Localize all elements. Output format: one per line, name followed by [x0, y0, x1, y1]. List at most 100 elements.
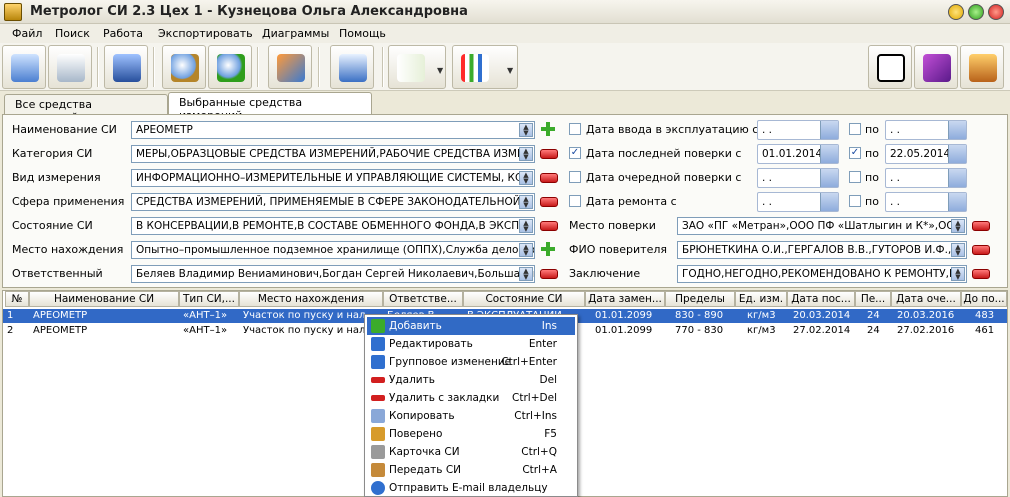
- help-button[interactable]: [914, 45, 958, 89]
- column-header-next-check[interactable]: Дата оче...: [891, 291, 961, 307]
- filter-state-combo[interactable]: В КОНСЕРВАЦИИ,В РЕМОНТЕ,В СОСТАВЕ ОБМЕНН…: [131, 217, 535, 235]
- context-menu-edit[interactable]: Редактировать Enter: [367, 335, 575, 353]
- repair-date-to[interactable]: . .: [885, 192, 967, 212]
- filter-scope-combo[interactable]: СРЕДСТВА ИЗМЕРЕНИЙ, ПРИМЕНЯЕМЫЕ В СФЕРЕ …: [131, 193, 535, 211]
- menu-export[interactable]: Экспортировать: [158, 27, 253, 40]
- minimize-button[interactable]: [948, 4, 964, 20]
- last-check-date-from[interactable]: 01.01.2014: [757, 144, 839, 164]
- column-header-period[interactable]: Пе...: [855, 291, 891, 307]
- chevron-down-icon: ▼: [507, 66, 514, 75]
- copy-icon: [371, 409, 385, 423]
- toolbar-separator: [153, 47, 155, 87]
- column-header-last-check[interactable]: Дата пос...: [787, 291, 855, 307]
- menu-file[interactable]: Файл: [12, 27, 42, 40]
- last-check-date-to-checkbox[interactable]: ✓: [849, 147, 861, 159]
- calendar-icon: [948, 169, 966, 187]
- commission-date-checkbox[interactable]: [569, 123, 581, 135]
- tab-all-instruments[interactable]: Все средства измерений: [4, 94, 168, 124]
- column-header-replace-date[interactable]: Дата замен...: [585, 291, 665, 307]
- context-menu-group-edit[interactable]: Групповое изменение Ctrl+Enter: [367, 353, 575, 371]
- remove-conclusion-button[interactable]: [972, 269, 990, 279]
- repair-date-to-checkbox[interactable]: [849, 195, 861, 207]
- commission-date-to[interactable]: . .: [885, 120, 967, 140]
- add-name-button[interactable]: [540, 121, 556, 137]
- tab-selected-instruments[interactable]: Выбранные средства измерений: [168, 92, 372, 122]
- exit-button[interactable]: [960, 45, 1004, 89]
- context-menu-add[interactable]: Добавить Ins: [367, 317, 575, 335]
- column-header-unit[interactable]: Ед. изм.: [735, 291, 787, 307]
- context-menu-verified[interactable]: Поверено F5: [367, 425, 575, 443]
- monitor-button[interactable]: [330, 45, 374, 89]
- computer-button[interactable]: [2, 45, 46, 89]
- column-header-state[interactable]: Состояние СИ: [463, 291, 585, 307]
- search-next-icon: [217, 54, 245, 82]
- remove-type-button[interactable]: [540, 173, 558, 183]
- column-header-number[interactable]: №: [5, 291, 29, 307]
- top-rider-button[interactable]: [868, 45, 912, 89]
- bar-chart-icon: [461, 54, 489, 82]
- menu-work[interactable]: Работа: [103, 27, 143, 40]
- remove-check-place-button[interactable]: [972, 221, 990, 231]
- remove-category-button[interactable]: [540, 149, 558, 159]
- conclusion-combo[interactable]: ГОДНО,НЕГОДНО,РЕКОМЕНДОВАНО К РЕМОНТУ,РЕ…: [677, 265, 967, 283]
- column-header-limits[interactable]: Пределы: [665, 291, 735, 307]
- repair-date-checkbox[interactable]: [569, 195, 581, 207]
- chevron-down-icon: ▼: [437, 66, 444, 75]
- remove-checker-button[interactable]: [972, 245, 990, 255]
- context-menu-email-owner[interactable]: Отправить E-mail владельцу: [367, 479, 575, 497]
- remove-state-button[interactable]: [540, 221, 558, 231]
- commission-date-label: Дата ввода в эксплуатацию с: [586, 123, 759, 136]
- maximize-button[interactable]: [968, 4, 984, 20]
- export-dropdown-button[interactable]: ▼: [388, 45, 446, 89]
- filter-responsible-combo[interactable]: Беляев Владимир Вениаминович,Богдан Серг…: [131, 265, 535, 283]
- column-header-responsible[interactable]: Ответстве...: [383, 291, 463, 307]
- print-button[interactable]: [48, 45, 92, 89]
- commission-date-to-checkbox[interactable]: [849, 123, 861, 135]
- last-check-date-checkbox[interactable]: ✓: [569, 147, 581, 159]
- checker-combo[interactable]: БРЮНЕТКИНА О.И.,ГЕРГАЛОВ В.В.,ГУТОРОВ И.…: [677, 241, 967, 259]
- close-button[interactable]: [988, 4, 1004, 20]
- commission-date-from[interactable]: . .: [757, 120, 839, 140]
- add-location-button[interactable]: [540, 241, 556, 257]
- commission-date-to-label: по: [865, 123, 879, 136]
- repair-date-from[interactable]: . .: [757, 192, 839, 212]
- remove-responsible-button[interactable]: [540, 269, 558, 279]
- remove-scope-button[interactable]: [540, 197, 558, 207]
- menu-help[interactable]: Помощь: [339, 27, 386, 40]
- menu-search[interactable]: Поиск: [55, 27, 90, 40]
- filter-name-combo[interactable]: АРЕОМЕТР ▲ ▼: [131, 121, 535, 139]
- spinner-icon: ▲ ▼: [951, 243, 965, 257]
- calendar-icon: [820, 145, 838, 163]
- last-check-date-to[interactable]: 22.05.2014: [885, 144, 967, 164]
- app-logo-icon: [4, 3, 22, 21]
- filter-category-combo[interactable]: МЕРЫ,ОБРАЗЦОВЫЕ СРЕДСТВА ИЗМЕРЕНИЙ,РАБОЧ…: [131, 145, 535, 163]
- search-button[interactable]: [162, 45, 206, 89]
- next-check-date-checkbox[interactable]: [569, 171, 581, 183]
- column-header-name[interactable]: Наименование СИ: [29, 291, 179, 307]
- charts-dropdown-button[interactable]: ▼: [452, 45, 518, 89]
- filter-category-label: Категория СИ: [12, 147, 93, 160]
- filter-type-combo[interactable]: ИНФОРМАЦИОННО–ИЗМЕРИТЕЛЬНЫЕ И УПРАВЛЯЮЩИ…: [131, 169, 535, 187]
- context-menu-delete[interactable]: Удалить Del: [367, 371, 575, 389]
- context-menu-delete-from-tab[interactable]: Удалить с закладки Ctrl+Del: [367, 389, 575, 407]
- next-check-date-from[interactable]: . .: [757, 168, 839, 188]
- context-menu-copy[interactable]: Копировать Ctrl+Ins: [367, 407, 575, 425]
- settings-button[interactable]: [268, 45, 312, 89]
- column-header-type[interactable]: Тип СИ,...: [179, 291, 239, 307]
- filter-location-combo[interactable]: Опытно–промышленное подземное хранилище …: [131, 241, 535, 259]
- next-check-date-to-checkbox[interactable]: [849, 171, 861, 183]
- next-check-date-to[interactable]: . .: [885, 168, 967, 188]
- search-next-button[interactable]: [208, 45, 252, 89]
- filter-category-value: МЕРЫ,ОБРАЗЦОВЫЕ СРЕДСТВА ИЗМЕРЕНИЙ,РАБОЧ…: [136, 148, 524, 160]
- column-header-location[interactable]: Место нахождения: [239, 291, 383, 307]
- context-menu-card[interactable]: Карточка СИ Ctrl+Q: [367, 443, 575, 461]
- check-place-label: Место поверки: [569, 219, 656, 232]
- check-place-combo[interactable]: ЗАО «ПГ «Метран»,ООО ПФ «Шатлыгин и К*»,…: [677, 217, 967, 235]
- next-check-date-to-label: по: [865, 171, 879, 184]
- printer-icon: [57, 54, 85, 82]
- save-button[interactable]: [104, 45, 148, 89]
- context-menu-transfer[interactable]: Передать СИ Ctrl+A: [367, 461, 575, 479]
- column-header-days-left[interactable]: До по...: [961, 291, 1007, 307]
- menu-charts[interactable]: Диаграммы: [262, 27, 329, 40]
- spinner-icon: ▲ ▼: [519, 171, 533, 185]
